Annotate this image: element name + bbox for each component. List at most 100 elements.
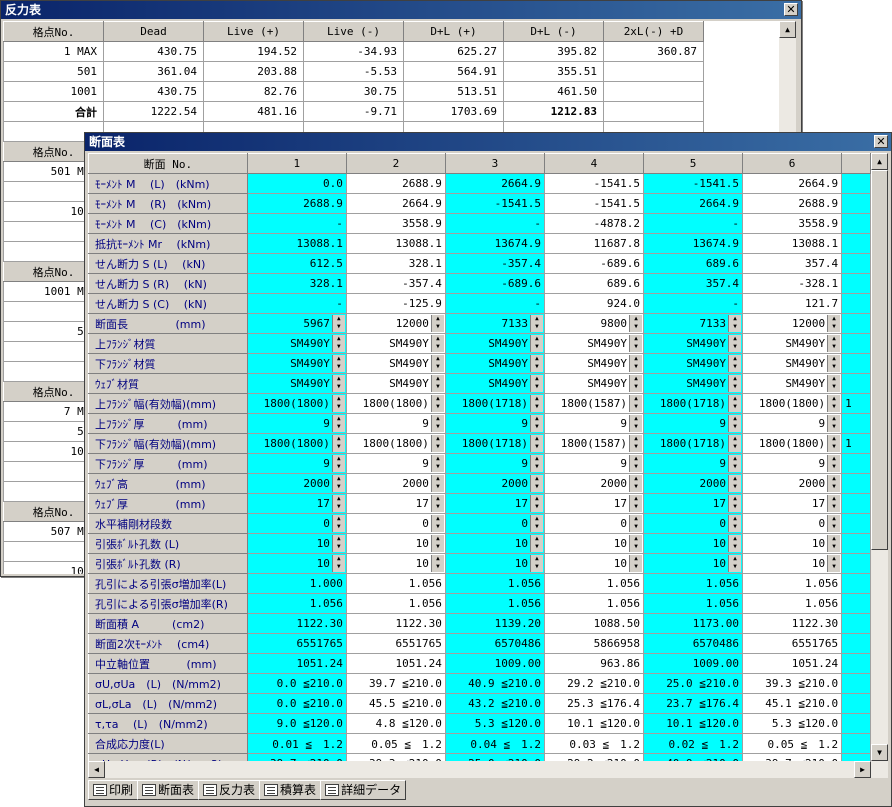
table-cell[interactable]: SM490Y ▲ ▼ [345,333,446,354]
spin-up-icon[interactable]: ▲ [828,515,840,523]
column-header[interactable]: 6 [742,153,843,174]
spin-up-icon[interactable]: ▲ [729,315,741,323]
section-window[interactable]: 断面表 ✕ 断面 No. 1 2 3 4 5 6 ﾓｰﾒﾝﾄ M (L) (kNm) 0.0 26… [84,132,892,807]
table-cell[interactable]: -1541.5 [642,173,744,194]
table-cell[interactable]: 1.056 [345,593,446,614]
spin-up-icon[interactable]: ▲ [630,515,642,523]
table-cell[interactable]: SM490Y ▲ ▼ [246,373,347,394]
table-cell[interactable] [841,733,871,754]
spin-down-icon[interactable]: ▼ [630,323,642,331]
table-cell[interactable]: 10 ▲ ▼ [642,553,744,574]
scroll-up-icon[interactable]: ▲ [871,153,888,170]
spin-up-icon[interactable]: ▲ [729,415,741,423]
table-cell[interactable]: 9800 ▲ ▼ [543,313,645,334]
column-header[interactable]: Live (+) [203,21,304,42]
tab-2[interactable]: 反力表 [198,780,261,800]
table-cell[interactable]: -1541.5 [444,193,545,214]
spin-down-icon[interactable]: ▼ [828,523,840,531]
table-cell[interactable]: 1800(1587) ▲ ▼ [543,393,645,414]
spin-up-icon[interactable]: ▲ [432,535,444,543]
spin-down-icon[interactable]: ▼ [729,423,741,431]
spin-up-icon[interactable]: ▲ [432,515,444,523]
spin-button[interactable]: ▲ ▼ [430,495,444,512]
table-cell[interactable]: 25.0 ≦210.0 [642,673,744,694]
table-cell[interactable]: SM490Y ▲ ▼ [345,373,446,394]
spin-button[interactable]: ▲ ▼ [529,515,543,532]
spin-down-icon[interactable]: ▼ [333,543,345,551]
spin-up-icon[interactable]: ▲ [432,395,444,403]
spin-down-icon[interactable]: ▼ [630,563,642,571]
table-cell[interactable]: 2664.9 [642,193,744,214]
table-cell[interactable]: 10 ▲ ▼ [444,533,545,554]
spin-button[interactable]: ▲ ▼ [629,355,642,372]
spin-down-icon[interactable]: ▼ [729,463,741,471]
table-cell[interactable]: 39.7 ≦210.0 [742,753,843,761]
spin-down-icon[interactable]: ▼ [432,503,444,511]
table-cell[interactable]: -34.93 [303,41,404,62]
spin-button[interactable]: ▲ ▼ [331,415,345,432]
table-cell[interactable]: 1 MAX [3,41,104,62]
table-cell[interactable]: 0.05 ≦ 1.2 [345,733,446,754]
table-cell[interactable]: 45.5 ≦210.0 [345,693,446,714]
spin-up-icon[interactable]: ▲ [333,555,345,563]
spin-down-icon[interactable]: ▼ [729,563,741,571]
spin-down-icon[interactable]: ▼ [432,323,444,331]
table-cell[interactable]: -1541.5 [543,173,645,194]
tab-1[interactable]: 断面表 [137,780,200,800]
spin-down-icon[interactable]: ▼ [531,403,543,411]
spin-button[interactable]: ▲ ▼ [331,455,345,472]
section-horizontal-scrollbar[interactable]: ◀ ▶ [88,761,888,778]
table-cell[interactable]: 625.27 [403,41,504,62]
spin-up-icon[interactable]: ▲ [531,555,543,563]
spin-button[interactable]: ▲ ▼ [827,375,841,392]
table-cell[interactable] [603,81,704,102]
spin-up-icon[interactable]: ▲ [333,535,345,543]
table-cell[interactable]: 1 [841,393,871,414]
table-cell[interactable]: 11687.8 [543,233,645,254]
spin-up-icon[interactable]: ▲ [531,535,543,543]
spin-up-icon[interactable]: ▲ [828,315,840,323]
table-cell[interactable]: 0.0 [246,173,347,194]
table-cell[interactable]: - [444,293,545,314]
spin-button[interactable]: ▲ ▼ [827,415,841,432]
spin-button[interactable]: ▲ ▼ [827,555,841,572]
table-cell[interactable]: 7133 ▲ ▼ [444,313,545,334]
spin-down-icon[interactable]: ▼ [333,563,345,571]
spin-down-icon[interactable]: ▼ [531,543,543,551]
table-cell[interactable]: SM490Y ▲ ▼ [444,373,545,394]
table-cell[interactable]: 9.0 ≦120.0 [246,713,347,734]
spin-down-icon[interactable]: ▼ [333,423,345,431]
spin-up-icon[interactable]: ▲ [630,475,642,483]
spin-down-icon[interactable]: ▼ [729,543,741,551]
table-cell[interactable]: 39.7 ≦210.0 [246,753,347,761]
spin-down-icon[interactable]: ▼ [432,423,444,431]
spin-button[interactable]: ▲ ▼ [827,455,841,472]
spin-button[interactable]: ▲ ▼ [728,475,742,492]
spin-up-icon[interactable]: ▲ [333,455,345,463]
table-cell[interactable] [841,753,871,761]
spin-down-icon[interactable]: ▼ [828,543,840,551]
spin-up-icon[interactable]: ▲ [333,355,345,363]
table-cell[interactable]: 1009.00 [642,653,744,674]
column-header[interactable]: 5 [642,153,744,174]
table-cell[interactable]: SM490Y ▲ ▼ [543,373,645,394]
spin-down-icon[interactable]: ▼ [432,443,444,451]
table-cell[interactable]: 1800(1718) ▲ ▼ [444,393,545,414]
table-cell[interactable] [841,253,871,274]
spin-down-icon[interactable]: ▼ [828,323,840,331]
table-cell[interactable]: SM490Y ▲ ▼ [345,353,446,374]
spin-up-icon[interactable]: ▲ [630,375,642,383]
table-cell[interactable]: 0 ▲ ▼ [742,513,843,534]
spin-up-icon[interactable]: ▲ [333,435,345,443]
spin-button[interactable]: ▲ ▼ [529,435,543,452]
table-cell[interactable]: 17 ▲ ▼ [444,493,545,514]
table-cell[interactable]: 9 ▲ ▼ [345,453,446,474]
spin-button[interactable]: ▲ ▼ [728,375,742,392]
table-cell[interactable]: 6551765 [246,633,347,654]
table-cell[interactable]: 39.7 ≦210.0 [345,673,446,694]
spin-button[interactable]: ▲ ▼ [629,435,642,452]
table-cell[interactable]: 9 ▲ ▼ [642,453,744,474]
spin-button[interactable]: ▲ ▼ [529,395,543,412]
table-cell[interactable] [603,101,704,122]
spin-down-icon[interactable]: ▼ [630,363,642,371]
